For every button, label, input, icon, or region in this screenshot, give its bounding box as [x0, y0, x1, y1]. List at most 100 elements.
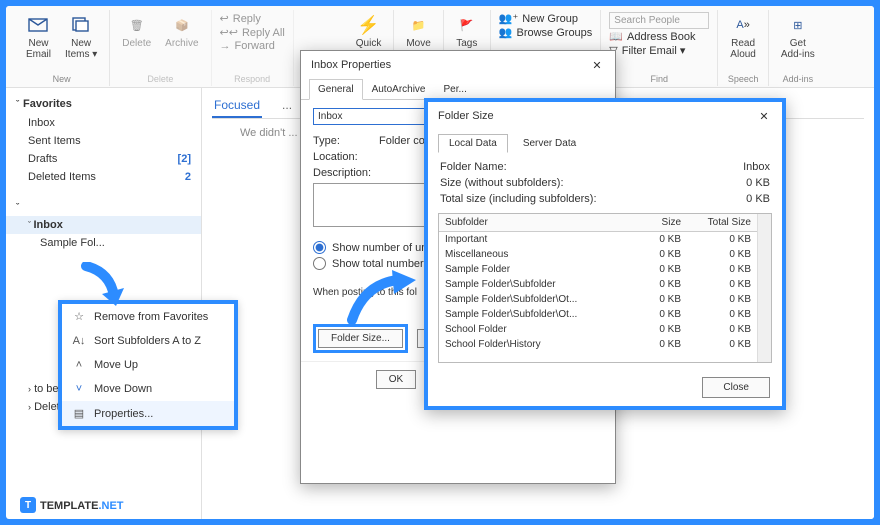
type-label: Type: — [313, 135, 371, 147]
cm-sort-subfolders[interactable]: A↓Sort Subfolders A to Z — [62, 329, 234, 353]
dialog-titlebar: Folder Size ✕ — [428, 102, 782, 130]
table-row[interactable]: Miscellaneous0 KB0 KB — [439, 247, 757, 262]
quick-steps-button[interactable]: ⚡Quick — [352, 12, 386, 51]
table-row[interactable]: School Folder0 KB0 KB — [439, 322, 757, 337]
table-row[interactable]: Sample Folder\Subfolder0 KB0 KB — [439, 277, 757, 292]
new-email-button[interactable]: New Email — [22, 12, 55, 62]
col-size[interactable]: Size — [627, 214, 687, 232]
new-email-label: New Email — [26, 38, 51, 60]
delete-button[interactable]: 🗑Delete — [118, 12, 155, 51]
group-label: Delete — [147, 74, 173, 84]
ribbon-group-respond: ↩Reply ↩↩Reply All →Forward Respond — [212, 10, 294, 86]
properties-icon: ▤ — [72, 407, 86, 420]
speaker-icon: A» — [732, 14, 754, 36]
table-scrollbar[interactable] — [757, 214, 771, 362]
group-label: Add-ins — [783, 74, 814, 84]
sidebar-item-drafts[interactable]: Drafts[2] — [6, 150, 201, 168]
filter-email-button[interactable]: ▽Filter Email ▾ — [609, 44, 709, 57]
get-addins-button[interactable]: ⊞Get Add-ins — [777, 12, 819, 62]
tab-general[interactable]: General — [309, 79, 363, 100]
cm-properties[interactable]: ▤Properties... — [62, 401, 234, 426]
cm-move-down[interactable]: ˅Move Down — [62, 377, 234, 401]
total-size-value: 0 KB — [746, 193, 770, 205]
sidebar-item-inbox[interactable]: Inbox — [6, 114, 201, 132]
folder-size-button[interactable]: Folder Size... — [318, 329, 403, 348]
group-label: Respond — [234, 74, 270, 84]
up-icon: ˄ — [72, 359, 86, 371]
dialog-titlebar: Inbox Properties ✕ — [301, 51, 615, 79]
sidebar-item-inbox-acct[interactable]: ˇ Inbox — [6, 216, 201, 234]
book-icon: 📖 — [609, 30, 623, 43]
close-button[interactable]: ✕ — [756, 108, 772, 124]
forward-icon: → — [220, 40, 231, 52]
new-items-button[interactable]: New Items ▾ — [61, 12, 101, 62]
mail-icon — [28, 14, 50, 36]
dialog-tabs: General AutoArchive Per... — [301, 79, 615, 100]
tab-server-data[interactable]: Server Data — [512, 134, 587, 153]
account-header[interactable]: ˇ — [6, 198, 201, 216]
annotation-arrow-1 — [80, 262, 124, 310]
address-book-button[interactable]: 📖Address Book — [609, 30, 709, 43]
tags-button[interactable]: 🚩Tags — [452, 12, 482, 51]
reply-icon: ↩ — [220, 12, 229, 25]
ribbon-group-addins: ⊞Get Add-ins Add-ins — [769, 10, 827, 86]
folder-move-icon: 📁 — [408, 14, 430, 36]
size-value: 0 KB — [746, 177, 770, 189]
tab-focused[interactable]: Focused — [212, 94, 262, 118]
table-row[interactable]: Sample Folder\Subfolder\Ot...0 KB0 KB — [439, 307, 757, 322]
description-label: Description: — [313, 167, 371, 179]
move-button[interactable]: 📁Move — [402, 12, 434, 51]
ribbon-group-find: Search People 📖Address Book ▽Filter Emai… — [601, 10, 718, 86]
close-dialog-button[interactable]: Close — [702, 377, 770, 398]
read-aloud-button[interactable]: A»Read Aloud — [726, 12, 760, 62]
down-icon: ˅ — [72, 383, 86, 395]
annotation-arrow-2 — [344, 270, 418, 330]
ribbon-group-speech: A»Read Aloud Speech — [718, 10, 769, 86]
group-label: Speech — [728, 74, 759, 84]
sidebar-item-deleted[interactable]: Deleted Items2 — [6, 168, 201, 186]
archive-button[interactable]: 📦Archive — [161, 12, 202, 51]
search-people-input[interactable]: Search People — [609, 12, 709, 29]
sidebar-item-sample[interactable]: Sample Fol... — [6, 234, 201, 252]
reply-button[interactable]: ↩Reply — [220, 12, 285, 25]
folder-name-value: Inbox — [743, 161, 770, 173]
tab-local-data[interactable]: Local Data — [438, 134, 508, 153]
ok-button[interactable]: OK — [376, 370, 416, 389]
tab-autoarchive[interactable]: AutoArchive — [363, 79, 435, 100]
dialog-title: Folder Size — [438, 110, 494, 122]
subfolder-table: Subfolder Size Total Size Important0 KB0… — [438, 213, 772, 363]
dialog-title: Inbox Properties — [311, 59, 391, 71]
col-subfolder[interactable]: Subfolder — [439, 214, 627, 232]
lightning-icon: ⚡ — [358, 14, 380, 36]
favorites-header[interactable]: ˇFavorites — [6, 94, 201, 114]
col-total[interactable]: Total Size — [687, 214, 757, 232]
trash-icon: 🗑 — [126, 14, 148, 36]
forward-button[interactable]: →Forward — [220, 40, 285, 52]
people-plus-icon: 👥⁺ — [499, 12, 519, 25]
template-net-watermark: T TEMPLATE.NET — [20, 497, 124, 513]
ribbon-group-new: New Email New Items ▾ New — [14, 10, 110, 86]
new-group-button[interactable]: 👥⁺New Group — [499, 12, 593, 25]
folder-context-menu: ☆Remove from Favorites A↓Sort Subfolders… — [58, 300, 238, 430]
star-remove-icon: ☆ — [72, 310, 86, 323]
tab-other[interactable]: ... — [280, 94, 294, 118]
table-row[interactable]: Important0 KB0 KB — [439, 232, 757, 248]
cm-move-up: ˄Move Up — [62, 353, 234, 377]
folder-name-label: Folder Name: — [440, 161, 507, 173]
sort-icon: A↓ — [72, 335, 86, 347]
items-icon — [70, 14, 92, 36]
ribbon-group-delete: 🗑Delete 📦Archive Delete — [110, 10, 211, 86]
close-button[interactable]: ✕ — [589, 57, 605, 73]
people-search-icon: 👥 — [499, 26, 513, 39]
tab-permissions[interactable]: Per... — [435, 79, 476, 100]
reply-all-button[interactable]: ↩↩Reply All — [220, 26, 285, 39]
table-row[interactable]: Sample Folder\Subfolder\Ot...0 KB0 KB — [439, 292, 757, 307]
folder-size-tabs: Local Data Server Data — [428, 130, 782, 153]
table-row[interactable]: School Folder\History0 KB0 KB — [439, 337, 757, 352]
sidebar-item-sent[interactable]: Sent Items — [6, 132, 201, 150]
browse-groups-button[interactable]: 👥Browse Groups — [499, 26, 593, 39]
reply-all-icon: ↩↩ — [220, 26, 238, 39]
folder-size-dialog: Folder Size ✕ Local Data Server Data Fol… — [424, 98, 786, 410]
table-row[interactable]: Sample Folder0 KB0 KB — [439, 262, 757, 277]
archive-icon: 📦 — [171, 14, 193, 36]
